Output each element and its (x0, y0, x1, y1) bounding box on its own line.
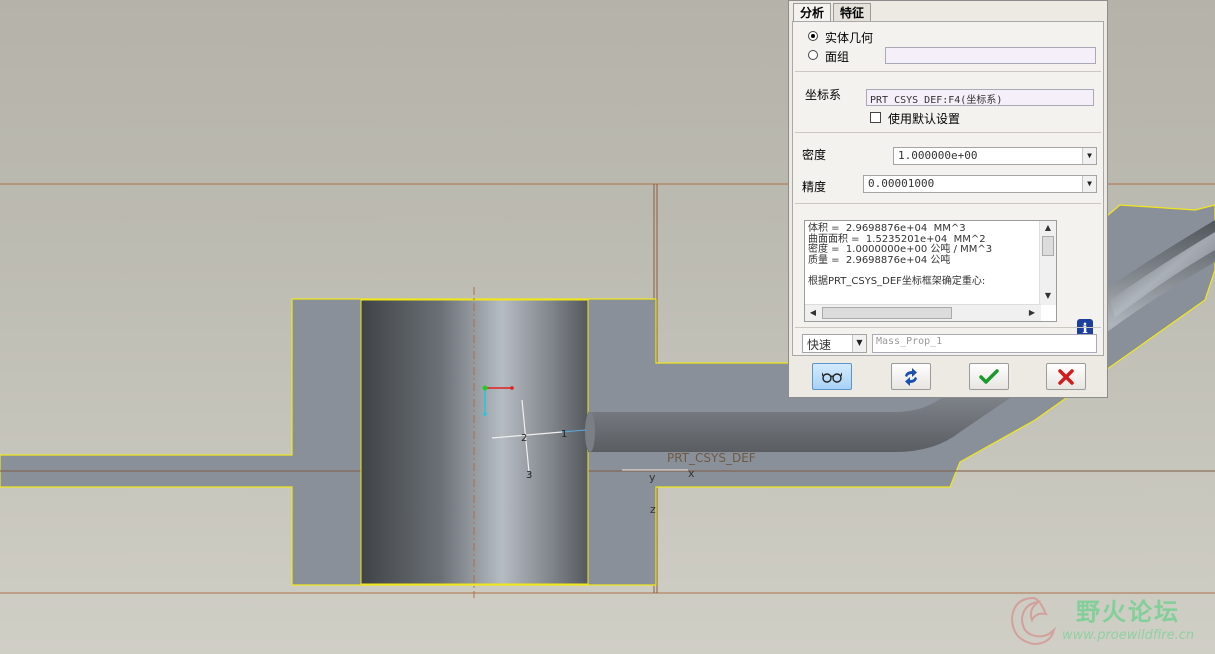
flame-logo-icon (1010, 596, 1057, 646)
results-text: 体积 = 2.9698876e+04 MM^3 曲面面积 = 1.5235201… (808, 223, 993, 287)
tab-feature[interactable]: 特征 (833, 3, 872, 22)
results-vertical-scrollbar[interactable]: ▲ ▼ (1039, 221, 1056, 305)
results-box[interactable]: 体积 = 2.9698876e+04 MM^3 曲面面积 = 1.5235201… (804, 220, 1057, 322)
result-note: 根据PRT_CSYS_DEF坐标框架确定重心: (808, 275, 986, 287)
density-label: 密度 (802, 148, 827, 162)
density-dropdown[interactable]: 1.000000e+00 ▼ (893, 147, 1097, 165)
quilt-label: 面组 (825, 50, 850, 64)
glasses-icon (822, 372, 842, 383)
feature-name-field[interactable]: Mass_Prop_1 (872, 334, 1097, 353)
coordinate-label: 坐标系 (805, 88, 842, 102)
accuracy-dropdown[interactable]: 0.00001000 ▼ (863, 175, 1097, 193)
cg-mark-3: 3 (526, 470, 532, 481)
watermark: 野火论坛 www.proewildfire.cn (1004, 588, 1210, 650)
accuracy-value: 0.00001000 (868, 177, 935, 190)
result-volume: 体积 = 2.9698876e+04 MM^3 (808, 223, 966, 234)
result-mass: 质量 = 2.9698876e+04 公吨 (808, 254, 951, 266)
watermark-title: 野火论坛 (1076, 598, 1180, 626)
scroll-up-icon[interactable]: ▲ (1041, 221, 1055, 235)
scroll-thumb-h[interactable] (822, 307, 952, 319)
scroll-right-icon[interactable]: ▶ (1025, 306, 1039, 320)
watermark-url: www.proewildfire.cn (1062, 628, 1195, 643)
chevron-down-icon[interactable]: ▼ (1082, 148, 1096, 164)
default-checkbox[interactable] (870, 112, 881, 123)
coordinate-field[interactable]: PRT_CSYS_DEF:F4(坐标系) (866, 89, 1094, 106)
solid-label: 实体几何 (825, 31, 874, 45)
scroll-thumb[interactable] (1042, 236, 1054, 256)
analysis-panel: 实体几何 面组 坐标系 PRT_CSYS_DEF:F4(坐标系) 使用默认设置 … (792, 21, 1104, 356)
csys-origin (482, 385, 488, 391)
tab-analysis[interactable]: 分析 (793, 3, 832, 22)
repeat-button[interactable] (891, 363, 931, 390)
result-surface-area: 曲面面积 = 1.5235201e+04 MM^2 (808, 233, 986, 245)
mode-value: 快速 (807, 338, 832, 352)
quilt-field[interactable] (885, 47, 1096, 64)
solid-radio[interactable] (808, 31, 818, 41)
default-label: 使用默认设置 (888, 112, 961, 126)
density-value: 1.000000e+00 (898, 149, 978, 162)
quilt-radio[interactable] (808, 50, 818, 60)
chevron-down-icon[interactable]: ▼ (1082, 176, 1096, 192)
ok-button[interactable] (969, 363, 1009, 390)
scroll-left-icon[interactable]: ◀ (806, 306, 820, 320)
refresh-icon (905, 367, 917, 386)
results-horizontal-scrollbar[interactable]: ◀ ▶ (805, 304, 1041, 321)
axis-x-label: x (688, 467, 695, 480)
cancel-button[interactable] (1046, 363, 1086, 390)
mass-properties-dialog: 分析 特征 实体几何 面组 坐标系 PRT_CSYS_DEF:F4(坐标系) 使… (788, 0, 1108, 398)
scroll-down-icon[interactable]: ▼ (1041, 289, 1055, 303)
cg-mark-2: 2 (521, 433, 527, 444)
checkmark-icon (979, 368, 999, 384)
axis-z-label: z (650, 503, 656, 516)
cg-mark-1: 1 (561, 429, 567, 440)
preview-button[interactable] (812, 363, 852, 390)
csys-label: PRT_CSYS_DEF (667, 451, 756, 465)
axis-y-label: y (649, 471, 656, 484)
close-icon (1058, 368, 1074, 385)
accuracy-label: 精度 (802, 180, 827, 194)
result-density: 密度 = 1.0000000e+00 公吨 / MM^3 (808, 244, 993, 255)
tab-bar: 分析 特征 (793, 3, 873, 22)
mode-dropdown[interactable]: 快速 ▼ (802, 334, 867, 353)
chevron-down-icon[interactable]: ▼ (852, 335, 866, 352)
